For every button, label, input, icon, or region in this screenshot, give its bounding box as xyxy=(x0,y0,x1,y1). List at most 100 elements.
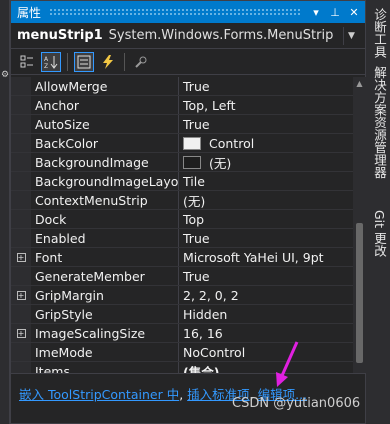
tab-solution-explorer[interactable]: 解决方案资源管理器 xyxy=(370,66,389,179)
row-gutter xyxy=(11,362,31,373)
property-value-text: Tile xyxy=(183,173,205,189)
object-type: System.Windows.Forms.MenuStrip xyxy=(108,28,334,43)
property-value[interactable]: 2, 2, 0, 2 xyxy=(179,286,353,304)
property-value[interactable]: True xyxy=(179,267,353,285)
property-grid: AllowMerge True Anchor Top, Left AutoSize Tru… xyxy=(11,77,353,373)
property-row[interactable]: ImeMode NoControl xyxy=(11,343,353,362)
tab-git-changes[interactable]: Git 更改 xyxy=(370,210,389,257)
row-gutter xyxy=(11,343,31,361)
chevron-down-icon[interactable]: ▼ xyxy=(343,26,359,45)
row-gutter xyxy=(11,210,31,228)
tab-diagnostic-tools[interactable]: 诊断工具 xyxy=(370,8,389,58)
property-name: GenerateMember xyxy=(31,267,179,285)
property-value[interactable]: 16, 16 xyxy=(179,324,353,342)
property-row[interactable]: Enabled True xyxy=(11,229,353,248)
property-value-text: (无) xyxy=(183,193,206,209)
pin-icon[interactable]: ⊥ xyxy=(327,4,343,20)
property-name: ImageScalingSize xyxy=(31,324,179,342)
row-gutter xyxy=(11,191,31,209)
property-row[interactable]: + Font Microsoft YaHei UI, 9pt xyxy=(11,248,353,267)
property-row[interactable]: + GripMargin 2, 2, 0, 2 xyxy=(11,286,353,305)
property-row[interactable]: BackgroundImageLayou Tile xyxy=(11,172,353,191)
property-value[interactable]: Control xyxy=(179,134,353,152)
property-row[interactable]: Items (集合) xyxy=(11,362,353,373)
alphabetical-icon[interactable]: AZ xyxy=(41,51,61,72)
property-row[interactable]: BackgroundImage (无) xyxy=(11,153,353,172)
color-swatch xyxy=(183,136,201,150)
property-value[interactable]: Top xyxy=(179,210,353,228)
property-value[interactable]: True xyxy=(179,115,353,133)
property-value-text: 2, 2, 0, 2 xyxy=(183,287,239,303)
scroll-up-icon[interactable]: ▲ xyxy=(353,77,366,90)
property-name: Items xyxy=(31,362,179,373)
property-name: GripStyle xyxy=(31,305,179,323)
property-row[interactable]: GripStyle Hidden xyxy=(11,305,353,324)
panel-title: 属性 xyxy=(17,5,42,20)
property-value-text: True xyxy=(183,116,210,132)
property-row[interactable]: ContextMenuStrip (无) xyxy=(11,191,353,210)
property-value-text: 16, 16 xyxy=(183,325,223,341)
property-value[interactable]: True xyxy=(179,77,353,95)
property-value[interactable]: Tile xyxy=(179,172,353,190)
watermark: CSDN @yutian0606 xyxy=(232,396,361,411)
property-name: Dock xyxy=(31,210,179,228)
property-name: ImeMode xyxy=(31,343,179,361)
property-value[interactable]: Hidden xyxy=(179,305,353,323)
property-value[interactable]: Microsoft YaHei UI, 9pt xyxy=(179,248,353,266)
row-gutter xyxy=(11,96,31,114)
panel-title-bar[interactable]: 属性 ▾ ⊥ ✕ xyxy=(11,1,365,23)
property-value-text: Hidden xyxy=(183,306,228,322)
property-value[interactable]: (无) xyxy=(179,153,353,171)
embed-toolstripcontainer-link[interactable]: 嵌入 ToolStripContainer 中 xyxy=(19,387,179,402)
property-value[interactable]: True xyxy=(179,229,353,247)
property-name: GripMargin xyxy=(31,286,179,304)
properties-toolbar: AZ xyxy=(11,49,365,75)
close-icon[interactable]: ✕ xyxy=(346,4,362,20)
property-row[interactable]: BackColor Control xyxy=(11,134,353,153)
categorized-icon[interactable] xyxy=(17,52,37,72)
property-pages-icon[interactable] xyxy=(131,52,151,72)
property-row[interactable]: Anchor Top, Left xyxy=(11,96,353,115)
property-row[interactable]: GenerateMember True xyxy=(11,267,353,286)
property-value[interactable]: (集合) xyxy=(179,362,353,374)
property-row[interactable]: Dock Top xyxy=(11,210,353,229)
property-row[interactable]: AllowMerge True xyxy=(11,77,353,96)
dropdown-arrow-icon[interactable]: ▾ xyxy=(308,4,324,20)
events-icon[interactable] xyxy=(98,52,118,72)
property-name: AutoSize xyxy=(31,115,179,133)
property-value[interactable]: NoControl xyxy=(179,343,353,361)
expand-icon[interactable]: + xyxy=(16,252,26,262)
property-row[interactable]: AutoSize True xyxy=(11,115,353,134)
scrollbar-thumb[interactable] xyxy=(356,223,363,363)
right-dock-strip: 诊断工具 解决方案资源管理器 Git 更改 xyxy=(366,0,390,424)
object-selector[interactable]: menuStrip1 System.Windows.Forms.MenuStri… xyxy=(11,23,365,49)
gear-icon[interactable]: ⚙ xyxy=(0,70,10,80)
expand-icon[interactable]: + xyxy=(16,290,26,300)
row-gutter xyxy=(11,77,31,95)
properties-panel: 属性 ▾ ⊥ ✕ menuStrip1 System.Windows.Forms… xyxy=(10,0,366,424)
row-gutter: + xyxy=(11,324,31,342)
property-value-text: True xyxy=(183,268,210,284)
title-grip xyxy=(49,8,300,16)
property-value[interactable]: Top, Left xyxy=(179,96,353,114)
property-name: Font xyxy=(31,248,179,266)
property-name: BackgroundImageLayou xyxy=(31,172,179,190)
vertical-scrollbar[interactable]: ▲ xyxy=(353,77,366,373)
property-name: BackgroundImage xyxy=(31,153,179,171)
svg-text:A: A xyxy=(44,56,49,63)
property-value-text: Top, Left xyxy=(183,97,236,113)
expand-icon[interactable]: + xyxy=(16,328,26,338)
left-dock-strip: ⚙ xyxy=(0,0,10,424)
property-value-text: Control xyxy=(209,135,255,151)
properties-icon[interactable] xyxy=(74,51,94,72)
row-gutter xyxy=(11,305,31,323)
property-row[interactable]: + ImageScalingSize 16, 16 xyxy=(11,324,353,343)
toolbar-separator xyxy=(67,52,68,71)
property-name: Enabled xyxy=(31,229,179,247)
property-value[interactable]: (无) xyxy=(179,191,353,209)
property-value-text: Top xyxy=(183,211,205,227)
color-swatch xyxy=(183,155,201,169)
property-name: Anchor xyxy=(31,96,179,114)
row-gutter: + xyxy=(11,248,31,266)
property-name: AllowMerge xyxy=(31,77,179,95)
